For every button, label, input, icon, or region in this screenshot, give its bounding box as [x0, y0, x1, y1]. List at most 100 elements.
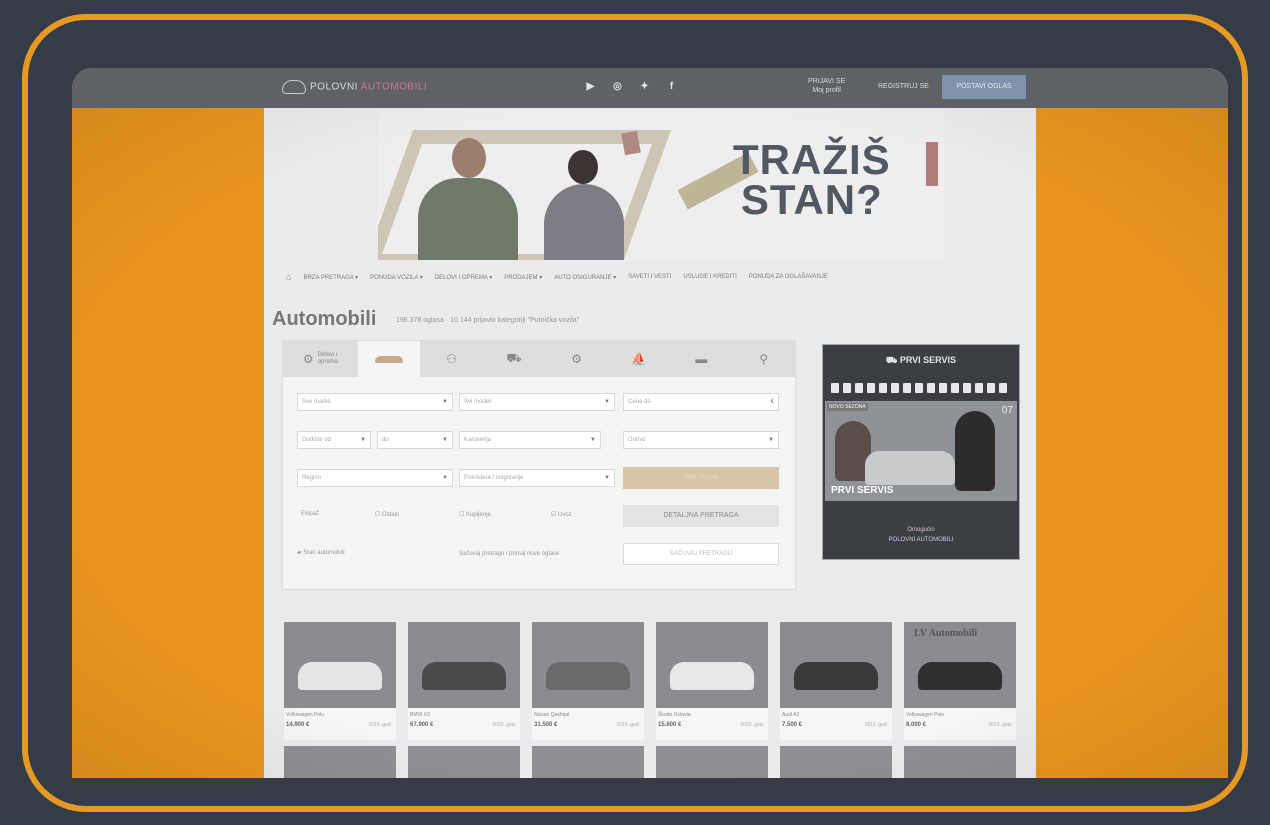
nav-item-services[interactable]: USLUGE I KREDITI: [683, 274, 736, 280]
site-logo[interactable]: POLOVNI AUTOMOBILI: [282, 80, 427, 94]
checkbox-ostalo[interactable]: ☐ Ostalo: [375, 511, 399, 518]
listing-title: BMW X3: [410, 712, 430, 718]
tab-boats[interactable]: ⛵: [608, 341, 670, 377]
listing-price: 67.900 €: [410, 722, 434, 728]
facebook-icon[interactable]: f: [666, 81, 677, 92]
year-from-select[interactable]: Godište od ▼: [297, 431, 371, 449]
listing-card[interactable]: [532, 746, 644, 778]
old-cars-link[interactable]: ▰ Stari automobili: [297, 549, 345, 556]
checkbox-ekipaz[interactable]: Ekipaž: [301, 511, 319, 517]
listings-second-row: [284, 746, 1024, 778]
film-strip-decoration: [831, 383, 1011, 395]
register-link[interactable]: REGISTRUJ SE: [878, 83, 929, 90]
listing-image: [656, 622, 768, 708]
nav-item-insurance[interactable]: AUTO OSIGURANJE ▾: [554, 274, 616, 281]
browser-screen: POLOVNI AUTOMOBILI ▶ ◎ ✦ f PRIJAVI SE Mo…: [72, 68, 1228, 778]
ad-badge: NOVO SEZONA: [827, 403, 868, 411]
banner-woman-image: [538, 150, 628, 260]
banner-man-image: [418, 138, 518, 260]
listing-card[interactable]: LV Automobili Volkswagen Polo 8.000 € 2013.…: [904, 622, 1016, 740]
side-ad-banner[interactable]: ⛟ PRVI SERVIS NOVO SEZONA 07 PRVI SERVIS…: [822, 344, 1020, 560]
scooter-icon: ⛟: [506, 351, 522, 365]
listing-card[interactable]: [284, 746, 396, 778]
listing-card[interactable]: [904, 746, 1016, 778]
nav-item-quick-search[interactable]: BRZA PRETRAGA ▾: [303, 274, 358, 281]
checkbox-uvoz[interactable]: ☑ Uvoz: [551, 511, 572, 518]
chevron-down-icon: ▼: [590, 437, 596, 443]
listing-year: 2019. god.: [368, 722, 392, 728]
ad-title: ⛟ PRVI SERVIS: [885, 355, 957, 365]
nav-item-sell[interactable]: PRODAJEM ▾: [504, 274, 542, 281]
listing-image: [532, 622, 644, 708]
tab-tractors[interactable]: ⚙: [545, 341, 607, 377]
listing-year: 2020. god.: [740, 722, 764, 728]
model-select[interactable]: Svi modeli ▼: [459, 393, 615, 411]
listing-card[interactable]: Audi A3 7.500 € 2011. god.: [780, 622, 892, 740]
tab-cars[interactable]: [357, 341, 421, 377]
listing-year: 2020. god.: [492, 722, 516, 728]
instagram-icon[interactable]: ◎: [612, 81, 623, 92]
brand-select[interactable]: Sve marke ▼: [297, 393, 453, 411]
youtube-icon[interactable]: ▶: [585, 81, 596, 92]
checkbox-kupljenje[interactable]: ☐ Kupljenje: [459, 511, 491, 518]
price-input[interactable]: Cena do €: [623, 393, 779, 411]
banner-headline: TRAŽIŠ STAN?: [733, 136, 891, 223]
listing-card[interactable]: Škoda Octavia 15.600 € 2020. god.: [656, 622, 768, 740]
save-search-label: Sačuvaj pretragu i primaj nove oglase: [459, 551, 560, 557]
tab-bicycles[interactable]: ⚲: [733, 341, 795, 377]
chevron-down-icon: ▼: [604, 475, 610, 481]
page-subtitle: 196.378 oglasa · 10.144 prijavlo kategor…: [396, 317, 580, 324]
nav-item-advertising[interactable]: PONUDA ZA OGLAŠAVANJE: [749, 274, 828, 280]
tab-scooters[interactable]: ⛟: [483, 341, 545, 377]
search-panel: ⚙ Delovi i oprema ⚇ ⛟ ⚙ ⛵ ▬ ⚲ Sve marke ▼ …: [282, 340, 796, 590]
listing-title: Volkswagen Polo: [286, 712, 325, 718]
home-icon[interactable]: ⌂: [286, 272, 291, 282]
listing-image: [408, 622, 520, 708]
listing-title: Škoda Octavia: [658, 712, 691, 718]
listing-card[interactable]: BMW X3 67.900 € 2020. god.: [408, 622, 520, 740]
detailed-search-button[interactable]: DETALJNA PRETRAGA: [623, 505, 779, 527]
listing-price: 14.900 €: [286, 722, 310, 728]
chevron-down-icon: ▼: [442, 437, 448, 443]
listing-title: Audi A3: [782, 712, 800, 718]
listing-price: 15.600 €: [658, 722, 682, 728]
nav-item-vehicles[interactable]: PONUDA VOZILA ▾: [370, 274, 423, 281]
chevron-down-icon: ▼: [360, 437, 366, 443]
listing-card[interactable]: [408, 746, 520, 778]
fuel-select[interactable]: Gorivo ▼: [623, 431, 779, 449]
social-links: ▶ ◎ ✦ f: [585, 81, 677, 92]
page-content: TRAŽIŠ STAN? ⌂ BRZA PRETRAGA ▾ PONUDA VO…: [264, 108, 1036, 778]
post-ad-button[interactable]: POSTAVI OGLAS: [942, 75, 1026, 99]
save-search-button[interactable]: SAČUVAJ PRETRAGU: [623, 543, 779, 565]
region-select[interactable]: Region ▼: [297, 469, 453, 487]
listing-price: 31.500 €: [534, 722, 558, 728]
motorcycle-icon: ⚇: [446, 352, 457, 366]
listing-card[interactable]: [656, 746, 768, 778]
nav-item-parts[interactable]: DELOVI I OPREMA ▾: [435, 274, 492, 281]
listing-card[interactable]: [780, 746, 892, 778]
body-type-select[interactable]: Karoserija ▼: [459, 431, 601, 449]
tab-parts[interactable]: ⚙ Delovi i oprema: [283, 341, 358, 377]
nav-item-news[interactable]: SAVETI I VESTI: [628, 274, 671, 280]
featured-listings: Volkswagen Polo 14.900 € 2019. god. BMW X3 6…: [284, 622, 1024, 740]
listing-image: LV Automobili: [904, 622, 1016, 708]
page-title: Automobili: [272, 308, 377, 330]
coverage-select[interactable]: Pokrivena / osiguranje ▼: [459, 469, 615, 487]
listing-card[interactable]: Volkswagen Polo 14.900 € 2019. god.: [284, 622, 396, 740]
chevron-down-icon: ▼: [604, 399, 610, 405]
banner-bar-shape: [926, 142, 938, 186]
login-link[interactable]: PRIJAVI SE Moj profil: [808, 77, 845, 95]
ad-episode-number: 07: [1001, 405, 1013, 416]
tab-ships[interactable]: ▬: [670, 341, 732, 377]
tab-motorcycles[interactable]: ⚇: [420, 341, 482, 377]
ad-caption: PRVI SERVIS: [831, 485, 894, 496]
listing-card[interactable]: Nissan Qashqai 31.500 € 2019. god.: [532, 622, 644, 740]
twitter-icon[interactable]: ✦: [639, 81, 650, 92]
ad-banner[interactable]: TRAŽIŠ STAN?: [378, 110, 944, 260]
listing-image: [780, 622, 892, 708]
listing-year: 2011. god.: [864, 722, 888, 728]
search-button[interactable]: PRETRAGA: [623, 467, 779, 489]
vehicle-category-tabs: ⚙ Delovi i oprema ⚇ ⛟ ⚙ ⛵ ▬ ⚲: [283, 341, 795, 377]
parts-icon: ⚙: [302, 352, 314, 366]
year-to-select[interactable]: do ▼: [377, 431, 453, 449]
